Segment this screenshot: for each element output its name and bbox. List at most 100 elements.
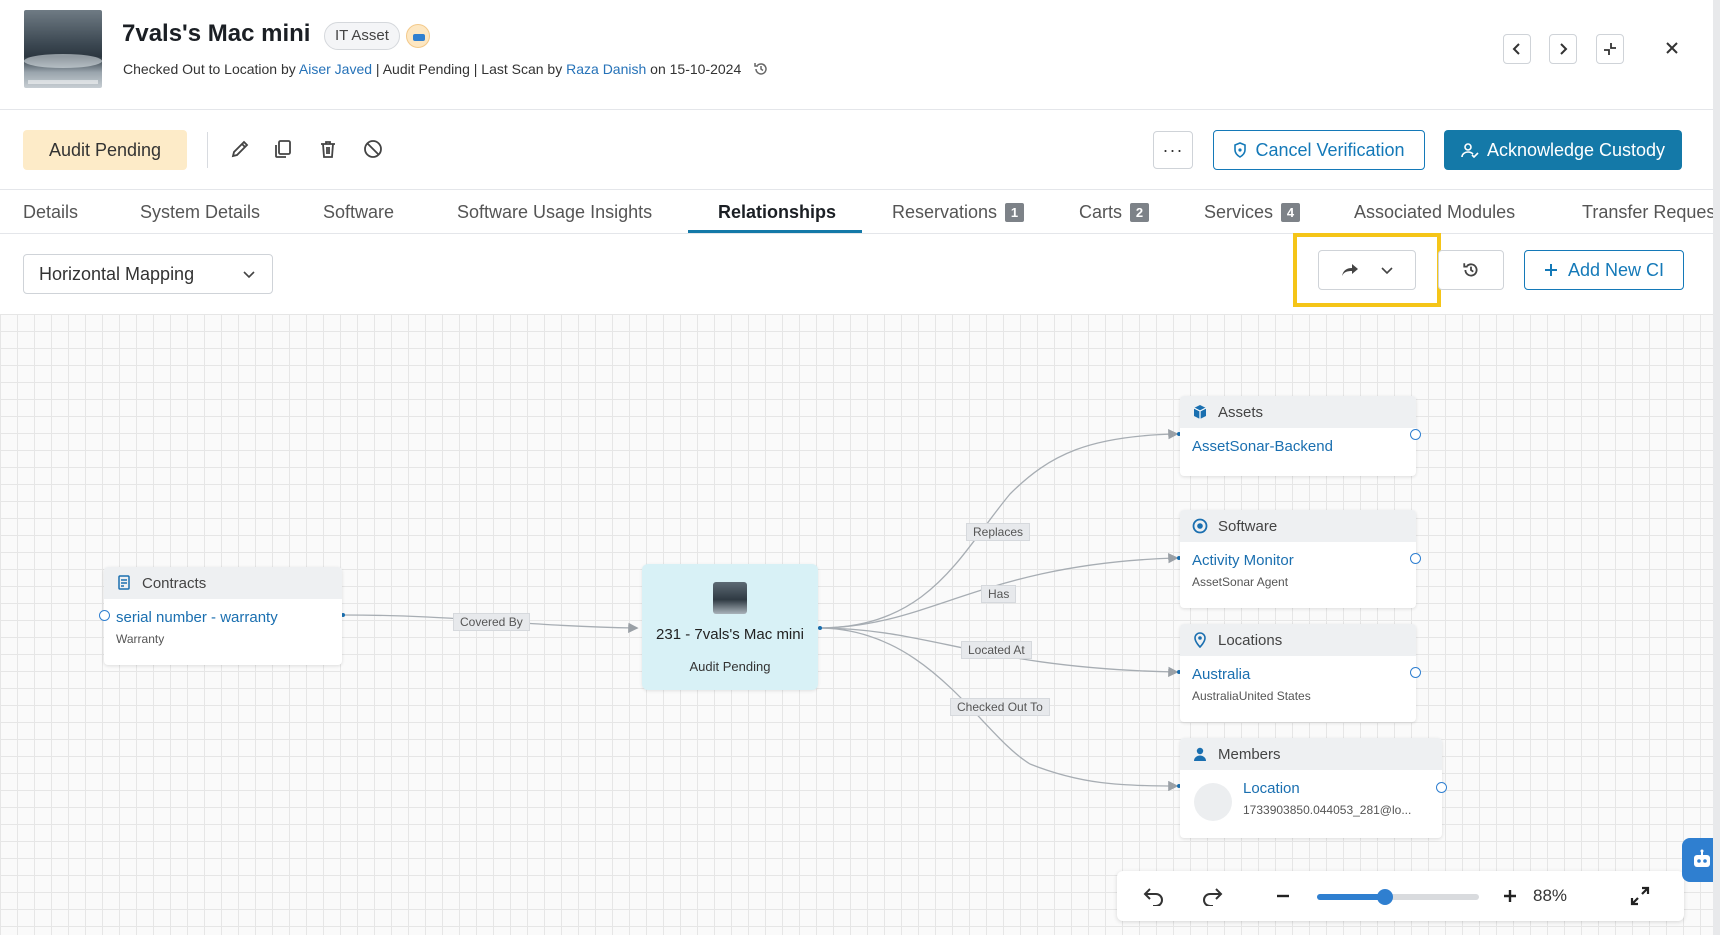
status-text-prefix: Checked Out to Location by [123, 61, 299, 78]
member-email: 1733903850.044053_281@lo... [1243, 803, 1412, 817]
tab-details[interactable]: Details [23, 202, 78, 223]
mapping-view-select[interactable]: Horizontal Mapping [23, 254, 273, 294]
retire-icon[interactable] [360, 136, 386, 162]
collapse-panel-button[interactable] [1596, 34, 1624, 64]
connection-port[interactable] [99, 610, 110, 621]
tab-transfer-requests[interactable]: Transfer Reques [1582, 202, 1715, 223]
contracts-node[interactable]: Contracts serial number - warranty Warra… [99, 567, 342, 665]
canvas-zoom-bar: 88% [1117, 871, 1684, 921]
audit-status-pill: Audit Pending [23, 130, 187, 170]
members-node[interactable]: Members Location 1733903850.044053_281@l… [1180, 738, 1447, 838]
software-node[interactable]: Software Activity Monitor AssetSonar Age… [1180, 510, 1421, 608]
location-link[interactable]: Australia [1192, 666, 1404, 683]
device-type-icon [406, 24, 430, 48]
node-header-label: Contracts [142, 574, 207, 592]
history-button[interactable] [1438, 250, 1504, 290]
tab-reservations[interactable]: Reservations 1 [892, 202, 1025, 223]
asset-detail-panel: 7vals's Mac mini IT Asset Checked Out to… [0, 0, 1720, 935]
node-header-label: Software [1218, 517, 1278, 535]
acknowledge-custody-button[interactable]: Acknowledge Custody [1444, 130, 1682, 170]
close-button[interactable] [1660, 36, 1684, 60]
copy-icon[interactable] [270, 136, 296, 162]
last-scan-date: on 15-10-2024 [646, 61, 742, 78]
tab-software-usage-insights[interactable]: Software Usage Insights [457, 202, 652, 223]
plus-icon [1544, 264, 1557, 276]
tab-count-badge: 2 [1130, 203, 1150, 222]
tab-count-badge: 4 [1281, 203, 1301, 222]
zoom-in-icon[interactable] [1497, 883, 1523, 909]
edge-label-replaces: Replaces [966, 523, 1031, 541]
edge-label-has: Has [981, 585, 1017, 603]
undo-icon[interactable] [1141, 883, 1167, 909]
chevron-left-icon [1512, 43, 1520, 55]
contract-link[interactable]: serial number - warranty [116, 609, 330, 626]
history-icon[interactable] [753, 61, 769, 80]
node-body: serial number - warranty Warranty [104, 599, 342, 656]
tab-label: Carts [1079, 202, 1123, 222]
page-scrollbar[interactable] [1713, 0, 1720, 935]
assets-node[interactable]: Assets AssetSonar-Backend [1180, 396, 1421, 476]
center-node-status: Audit Pending [689, 659, 771, 674]
user-icon [1194, 747, 1206, 761]
contract-icon [118, 575, 130, 590]
connection-port[interactable] [1410, 553, 1421, 564]
node-header-label: Assets [1218, 403, 1264, 421]
fullscreen-icon[interactable] [1627, 883, 1653, 909]
asset-link[interactable]: AssetSonar-Backend [1192, 438, 1404, 455]
chevron-down-icon [243, 271, 255, 279]
edge-label-located-at: Located At [961, 641, 1032, 659]
tab-label: Details [23, 202, 79, 222]
shield-icon [1234, 142, 1247, 158]
zoom-slider-handle[interactable] [1377, 889, 1394, 905]
robot-icon [1694, 849, 1710, 867]
center-asset-node[interactable]: 231 - 7vals's Mac mini Audit Pending [642, 564, 818, 690]
asset-type-badge: IT Asset [324, 22, 400, 50]
tab-label: Relationships [718, 202, 837, 222]
node-header: Contracts [104, 567, 342, 599]
asset-title: 7vals's Mac mini [122, 20, 311, 47]
zoom-out-icon[interactable] [1270, 883, 1296, 909]
node-body: Australia AustraliaUnited States [1180, 656, 1416, 713]
connection-port[interactable] [1410, 667, 1421, 678]
avatar [1194, 783, 1232, 821]
previous-asset-button[interactable] [1503, 34, 1531, 64]
member-link[interactable]: Location [1243, 780, 1431, 797]
delete-icon[interactable] [315, 136, 341, 162]
tab-count-badge: 1 [1005, 203, 1025, 222]
tab-relationships[interactable]: Relationships [718, 202, 836, 223]
tab-label: Software [323, 202, 395, 222]
cancel-verification-button[interactable]: Cancel Verification [1213, 130, 1425, 170]
edit-icon[interactable] [227, 136, 253, 162]
next-asset-button[interactable] [1549, 34, 1577, 64]
collapse-icon [1604, 43, 1616, 55]
software-link[interactable]: Activity Monitor [1192, 552, 1404, 569]
tab-services[interactable]: Services 4 [1204, 202, 1301, 223]
last-scan-by-link[interactable]: Raza Danish [566, 61, 646, 77]
add-new-ci-button[interactable]: Add New CI [1524, 250, 1684, 290]
action-toolbar: Audit Pending ··· Cancel Verification Ac… [0, 110, 1714, 190]
more-actions-button[interactable]: ··· [1153, 131, 1193, 169]
zoom-slider[interactable] [1317, 889, 1479, 905]
software-icon [1192, 518, 1208, 534]
locations-node[interactable]: Locations Australia AustraliaUnited Stat… [1180, 624, 1421, 722]
zoom-level: 88% [1533, 886, 1568, 905]
close-icon [1666, 42, 1678, 54]
zoom-slider-fill [1317, 894, 1386, 900]
chevron-right-icon [1560, 43, 1568, 55]
tab-system-details[interactable]: System Details [140, 202, 260, 223]
connection-port[interactable] [1436, 782, 1447, 793]
tab-carts[interactable]: Carts 2 [1079, 202, 1150, 223]
connection-port[interactable] [1410, 429, 1421, 440]
tab-associated-modules[interactable]: Associated Modules [1354, 202, 1515, 223]
checked-out-by-link[interactable]: Aiser Javed [299, 61, 372, 77]
acknowledge-custody-label: Acknowledge Custody [1486, 139, 1666, 160]
tab-software[interactable]: Software [323, 202, 394, 223]
tab-label: Reservations [892, 202, 998, 222]
center-node-title: 231 - 7vals's Mac mini [656, 626, 804, 643]
redo-icon[interactable] [1199, 883, 1225, 909]
tab-label: System Details [140, 202, 261, 222]
location-path: AustraliaUnited States [1192, 689, 1311, 703]
cube-icon [1193, 405, 1207, 419]
add-new-ci-label: Add New CI [1567, 259, 1665, 280]
asset-header: 7vals's Mac mini IT Asset Checked Out to… [0, 0, 1714, 110]
